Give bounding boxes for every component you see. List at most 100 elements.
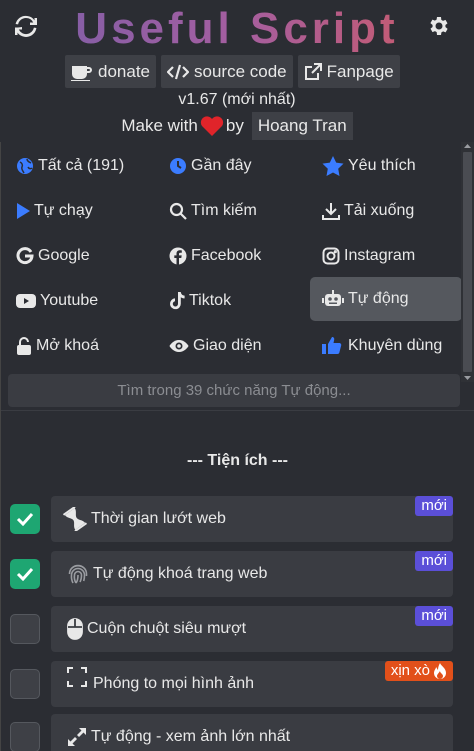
script-card[interactable]: Tự động khoá trang web mới [51,551,453,597]
instagram-icon [322,247,340,265]
globe-icon [17,158,33,174]
popup-root: Useful Script donate source code Fanpage… [0,0,474,751]
clock-icon [170,158,186,174]
script-row: Thời gian lướt web mới [1,496,461,542]
header-links: donate source code Fanpage [65,55,400,88]
category-instagram[interactable]: Instagram [314,234,466,278]
scrollbar[interactable] [461,142,474,382]
category-tiktok[interactable]: Tiktok [161,279,313,323]
fingerprint-icon [68,564,88,584]
facebook-icon [169,247,187,265]
hot-badge-label: xịn xò [390,662,430,679]
donate-label: donate [98,61,150,81]
divider [1,410,474,411]
arrows-expand-icon [68,728,86,746]
script-card[interactable]: Cuộn chuột siêu mượt mới [51,606,453,652]
content-scroll-area[interactable]: Tất cả (191) Gần đây Yêu thích Tự chạy T… [0,142,474,751]
credits: Make with by Hoang Tran [0,112,474,140]
category-facebook[interactable]: Facebook [161,234,313,278]
by-text: by [225,116,244,135]
category-favorite[interactable]: Yêu thích [314,144,466,188]
category-label: Gần đây [191,157,252,174]
script-card[interactable]: Thời gian lướt web mới [51,496,453,542]
robot-icon [322,290,344,306]
script-label: Phóng to mọi hình ảnh [93,675,255,692]
category-label: Khuyên dùng [348,337,443,354]
script-row: Cuộn chuột siêu mượt mới [1,606,461,652]
eye-icon [169,340,189,352]
expand-icon [67,667,87,687]
donate-button[interactable]: donate [65,55,156,88]
script-label: Tự động - xem ảnh lớn nhất [91,728,291,745]
source-code-label: source code [194,61,287,81]
category-appearance[interactable]: Giao diện [161,324,313,368]
author-link[interactable]: Hoang Tran [251,112,353,140]
fire-icon [434,662,446,679]
star-icon [322,156,344,176]
code-icon [167,64,189,79]
category-unlock[interactable]: Mở khoá [8,324,160,368]
category-google[interactable]: Google [8,234,160,278]
new-badge: mới [415,496,453,516]
category-label: Instagram [344,247,416,264]
script-checkbox[interactable] [10,614,40,644]
script-checkbox[interactable] [10,722,40,751]
checkmark-icon [16,567,34,581]
version-text: v1.67 (mới nhất) [178,91,296,108]
script-card[interactable]: Tự động - xem ảnh lớn nhất [51,714,453,751]
new-badge: mới [415,551,453,571]
category-label: Mở khoá [36,337,99,354]
category-auto[interactable]: Tự động [310,277,462,321]
script-row: Tự động - xem ảnh lớn nhất [1,714,461,751]
category-autorun[interactable]: Tự chạy [8,189,160,233]
thumbs-up-icon [322,337,342,354]
section-title: --- Tiện ích --- [186,452,289,469]
heart-icon [200,116,223,136]
external-link-icon [304,62,322,80]
category-label: Facebook [191,247,262,264]
hot-badge: xịn xò [384,661,453,681]
script-label: Tự động khoá trang web [93,565,268,582]
category-search[interactable]: Tìm kiếm [161,189,313,233]
mouse-icon [67,618,83,640]
category-recent[interactable]: Gần đây [161,144,313,188]
category-label: Yêu thích [348,157,416,174]
fanpage-label: Fanpage [326,61,394,81]
fanpage-button[interactable]: Fanpage [297,55,400,88]
play-icon [17,203,30,219]
gear-icon[interactable] [426,14,450,38]
category-all[interactable]: Tất cả (191) [8,144,160,188]
source-code-button[interactable]: source code [161,55,293,88]
unlock-icon [17,337,31,355]
google-icon [16,247,34,265]
script-row: Phóng to mọi hình ảnh xịn xò [1,661,461,707]
category-recommended[interactable]: Khuyên dùng [314,324,466,368]
category-label: Tìm kiếm [191,202,257,219]
script-checkbox[interactable] [10,504,40,534]
new-badge: mới [415,606,453,626]
youtube-icon [16,294,36,308]
category-download[interactable]: Tải xuống [314,189,466,233]
app-title: Useful Script [0,4,474,54]
category-label: Tự động [348,290,409,307]
tiktok-icon [170,292,185,310]
made-with-text: Make with [121,116,198,135]
download-icon [322,203,340,220]
script-row: Tự động khoá trang web mới [1,551,461,597]
script-checkbox[interactable] [10,559,40,589]
category-label: Giao diện [193,337,262,354]
header: Useful Script donate source code Fanpage… [0,0,474,140]
search-input[interactable]: Tìm trong 39 chức năng Tự động... [8,374,460,407]
category-label: Youtube [40,292,99,309]
category-label: Tất cả (191) [38,157,125,174]
category-youtube[interactable]: Youtube [8,279,160,323]
category-label: Tải xuống [344,202,415,219]
script-checkbox[interactable] [10,669,40,699]
category-label: Google [38,247,90,264]
hourglass-icon [63,507,87,531]
script-label: Thời gian lướt web [91,510,226,527]
search-icon [169,202,187,220]
script-label: Cuộn chuột siêu mượt [87,620,247,637]
script-card[interactable]: Phóng to mọi hình ảnh xịn xò [51,661,453,707]
coffee-icon [71,65,92,81]
